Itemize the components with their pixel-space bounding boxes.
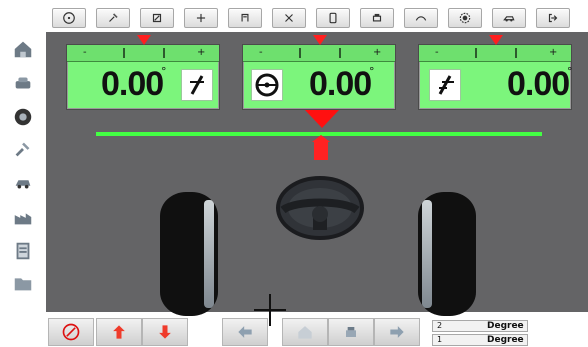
car-side-icon[interactable]	[492, 8, 526, 28]
print-icon[interactable]	[360, 8, 394, 28]
center-value: 0.00	[309, 65, 372, 103]
factory-icon[interactable]	[12, 206, 34, 228]
right-value: 0.00	[507, 65, 570, 103]
arrow-down-icon[interactable]	[142, 318, 188, 346]
legend-row: 2 Degree	[432, 320, 528, 332]
panel-marker	[137, 35, 151, 45]
caster-icon[interactable]	[228, 8, 262, 28]
arrow-up-icon[interactable]	[96, 318, 142, 346]
center-measurement-panel: - + 0.00 °	[242, 35, 396, 110]
tire-icon[interactable]	[12, 106, 34, 128]
car-icon[interactable]	[12, 172, 34, 194]
camber-icon	[181, 69, 213, 101]
wheel-icon[interactable]	[316, 8, 350, 28]
report-icon[interactable]	[12, 240, 34, 262]
toe-icon[interactable]	[272, 8, 306, 28]
steering-wheel-icon	[276, 176, 364, 240]
alignment-work-area: - + 0.00 ° - + 0.00 ° - + 0.00 °	[46, 32, 588, 316]
stop-icon[interactable]	[48, 318, 94, 346]
legend-row: 1 Degree	[432, 334, 528, 346]
scale-minus: -	[435, 47, 439, 58]
scale-minus: -	[259, 47, 263, 58]
right-wheel	[418, 192, 476, 316]
legend-number: 1	[437, 335, 443, 344]
left-unit: °	[161, 65, 167, 78]
settings-icon[interactable]	[448, 8, 482, 28]
steering-icon	[251, 69, 283, 101]
exit-icon[interactable]	[536, 8, 570, 28]
curve-icon[interactable]	[404, 8, 438, 28]
legend-label: Degree	[487, 335, 524, 345]
alignment-screen: - + 0.00 ° - + 0.00 ° - + 0.00 ° 2 Degre…	[0, 0, 588, 347]
printer-icon[interactable]	[328, 318, 374, 346]
panel-marker	[489, 35, 503, 45]
scale-tick	[163, 48, 165, 58]
panel-marker	[313, 35, 327, 45]
crosshair-cursor	[254, 294, 286, 326]
scale-plus: +	[197, 47, 206, 58]
panel-scale: - +	[419, 45, 571, 62]
tool-icon[interactable]	[96, 8, 130, 28]
left-sidebar	[0, 30, 44, 300]
scale-tick	[475, 48, 477, 58]
left-wheel	[160, 192, 218, 316]
scale-plus: +	[373, 47, 382, 58]
scale-plus: +	[549, 47, 558, 58]
arrow-right-icon[interactable]	[374, 318, 420, 346]
units-legend: 2 Degree 1 Degree	[432, 320, 582, 347]
left-measurement-panel: - + 0.00 °	[66, 35, 220, 110]
panel-scale: - +	[67, 45, 219, 62]
scale-minus: -	[83, 47, 87, 58]
scale-tick	[515, 48, 517, 58]
tools-icon[interactable]	[12, 138, 34, 160]
adjust-icon[interactable]	[140, 8, 174, 28]
center-unit: °	[369, 65, 375, 78]
steering-mode-icon[interactable]	[52, 8, 86, 28]
home-icon[interactable]	[282, 318, 328, 346]
scale-tick	[339, 48, 341, 58]
compare-icon[interactable]	[184, 8, 218, 28]
folder-icon[interactable]	[12, 272, 34, 294]
legend-number: 2	[437, 321, 443, 330]
scale-tick	[123, 48, 125, 58]
vehicle-lift-icon[interactable]	[12, 72, 34, 94]
scale-tick	[299, 48, 301, 58]
right-unit: °	[567, 65, 573, 78]
caster-icon	[429, 69, 461, 101]
home-icon[interactable]	[12, 38, 34, 60]
alignment-indicator	[312, 135, 330, 160]
right-measurement-panel: - + 0.00 °	[418, 35, 573, 110]
legend-label: Degree	[487, 321, 524, 331]
top-toolbar	[52, 6, 588, 30]
panel-scale: - +	[243, 45, 395, 62]
center-pointer	[305, 110, 339, 128]
left-value: 0.00	[101, 65, 164, 103]
